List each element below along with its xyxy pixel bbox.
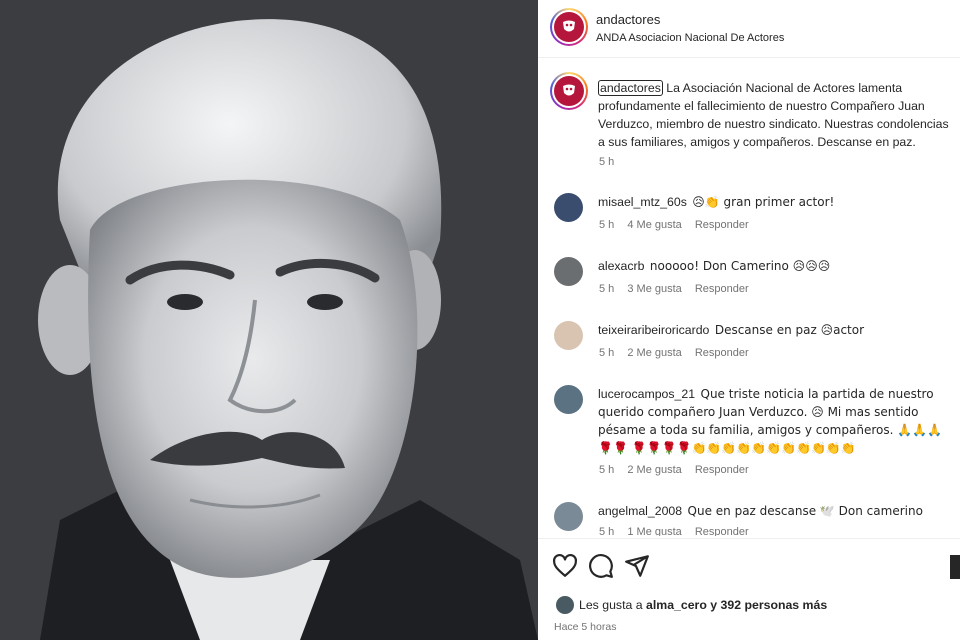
post-header: andactores ANDA Asociacion Nacional De A… (538, 0, 960, 58)
heart-icon[interactable] (552, 553, 578, 579)
comment-username[interactable]: teixeiraribeiroricardo (598, 323, 709, 337)
post-actions: Les gusta a alma_cero y 392 personas más… (538, 538, 960, 640)
commenter-avatar[interactable] (554, 502, 583, 531)
comment-username[interactable]: alexacrb (598, 259, 644, 273)
comment-meta: 5 h 1 Me gusta Responder (599, 526, 759, 536)
comment-username[interactable]: lucerocampos_21 (598, 387, 695, 401)
comment-text: misael_mtz_60s 😥👏 gran primer actor! (598, 193, 954, 211)
comment-likes[interactable]: 1 Me gusta (627, 526, 681, 536)
commenter-avatar[interactable] (554, 385, 583, 414)
likes-suffix[interactable]: y 392 personas más (710, 598, 827, 612)
liker-avatar[interactable] (556, 596, 574, 614)
comment-text: teixeiraribeiroricardo Descanse en paz 😥… (598, 321, 954, 339)
caption-avatar[interactable] (550, 72, 588, 110)
post-age[interactable]: Hace 5 horas (554, 621, 616, 633)
post-side-panel: andactores ANDA Asociacion Nacional De A… (538, 0, 960, 640)
comment-likes[interactable]: 2 Me gusta (627, 464, 681, 476)
reply-button[interactable]: Responder (695, 347, 749, 359)
comment-body: Descanse en paz 😥actor (714, 323, 865, 337)
reply-button[interactable]: Responder (695, 283, 749, 295)
comment-username[interactable]: misael_mtz_60s (598, 195, 687, 209)
comment-meta: 5 h 2 Me gusta Responder (599, 464, 759, 476)
comment-likes[interactable]: 3 Me gusta (627, 283, 681, 295)
anda-logo-icon (554, 76, 584, 106)
caption-username[interactable]: andactores (598, 80, 663, 96)
comment-meta: 5 h 4 Me gusta Responder (599, 219, 759, 231)
author-avatar[interactable] (550, 8, 588, 46)
commenter-avatar[interactable] (554, 321, 583, 350)
author-full-name: ANDA Asociacion Nacional De Actores (596, 32, 785, 44)
share-icon[interactable] (624, 553, 650, 579)
likes-summary[interactable]: Les gusta a alma_cero y 392 personas más (579, 598, 827, 612)
commenter-avatar[interactable] (554, 193, 583, 222)
post-image[interactable] (0, 0, 538, 640)
reply-button[interactable]: Responder (695, 219, 749, 231)
comment-meta: 5 h 3 Me gusta Responder (599, 283, 759, 295)
comment-icon[interactable] (588, 553, 614, 579)
portrait-illustration (0, 0, 538, 640)
comment-time[interactable]: 5 h (599, 283, 614, 295)
likes-user[interactable]: alma_cero (646, 598, 707, 612)
comment-likes[interactable]: 4 Me gusta (627, 219, 681, 231)
reply-button[interactable]: Responder (695, 464, 749, 476)
comment-time[interactable]: 5 h (599, 347, 614, 359)
comment-text: alexacrb nooooo! Don Camerino 😥😥😥 (598, 257, 954, 275)
comment-time[interactable]: 5 h (599, 464, 614, 476)
comment-body: nooooo! Don Camerino 😥😥😥 (649, 259, 831, 273)
comment-username[interactable]: angelmal_2008 (598, 504, 682, 518)
comment-text: angelmal_2008 Que en paz descanse 🕊️ Don… (598, 502, 954, 520)
post-caption: andactores La Asociación Nacional de Act… (598, 79, 956, 151)
comment-body: 😥👏 gran primer actor! (692, 195, 835, 209)
comment-body: Que en paz descanse 🕊️ Don camerino (687, 504, 923, 518)
likes-prefix: Les gusta a (579, 598, 643, 612)
commenter-avatar[interactable] (554, 257, 583, 286)
reply-button[interactable]: Responder (695, 526, 749, 536)
bookmark-icon[interactable] (950, 555, 960, 579)
comment-meta: 5 h 2 Me gusta Responder (599, 347, 759, 359)
comment-time[interactable]: 5 h (599, 526, 614, 536)
anda-logo-icon (554, 12, 584, 42)
comment-time[interactable]: 5 h (599, 219, 614, 231)
caption-timestamp[interactable]: 5 h (599, 156, 614, 168)
author-username[interactable]: andactores (596, 12, 660, 27)
comment-likes[interactable]: 2 Me gusta (627, 347, 681, 359)
comment-text: lucerocampos_21 Que triste noticia la pa… (598, 385, 954, 457)
